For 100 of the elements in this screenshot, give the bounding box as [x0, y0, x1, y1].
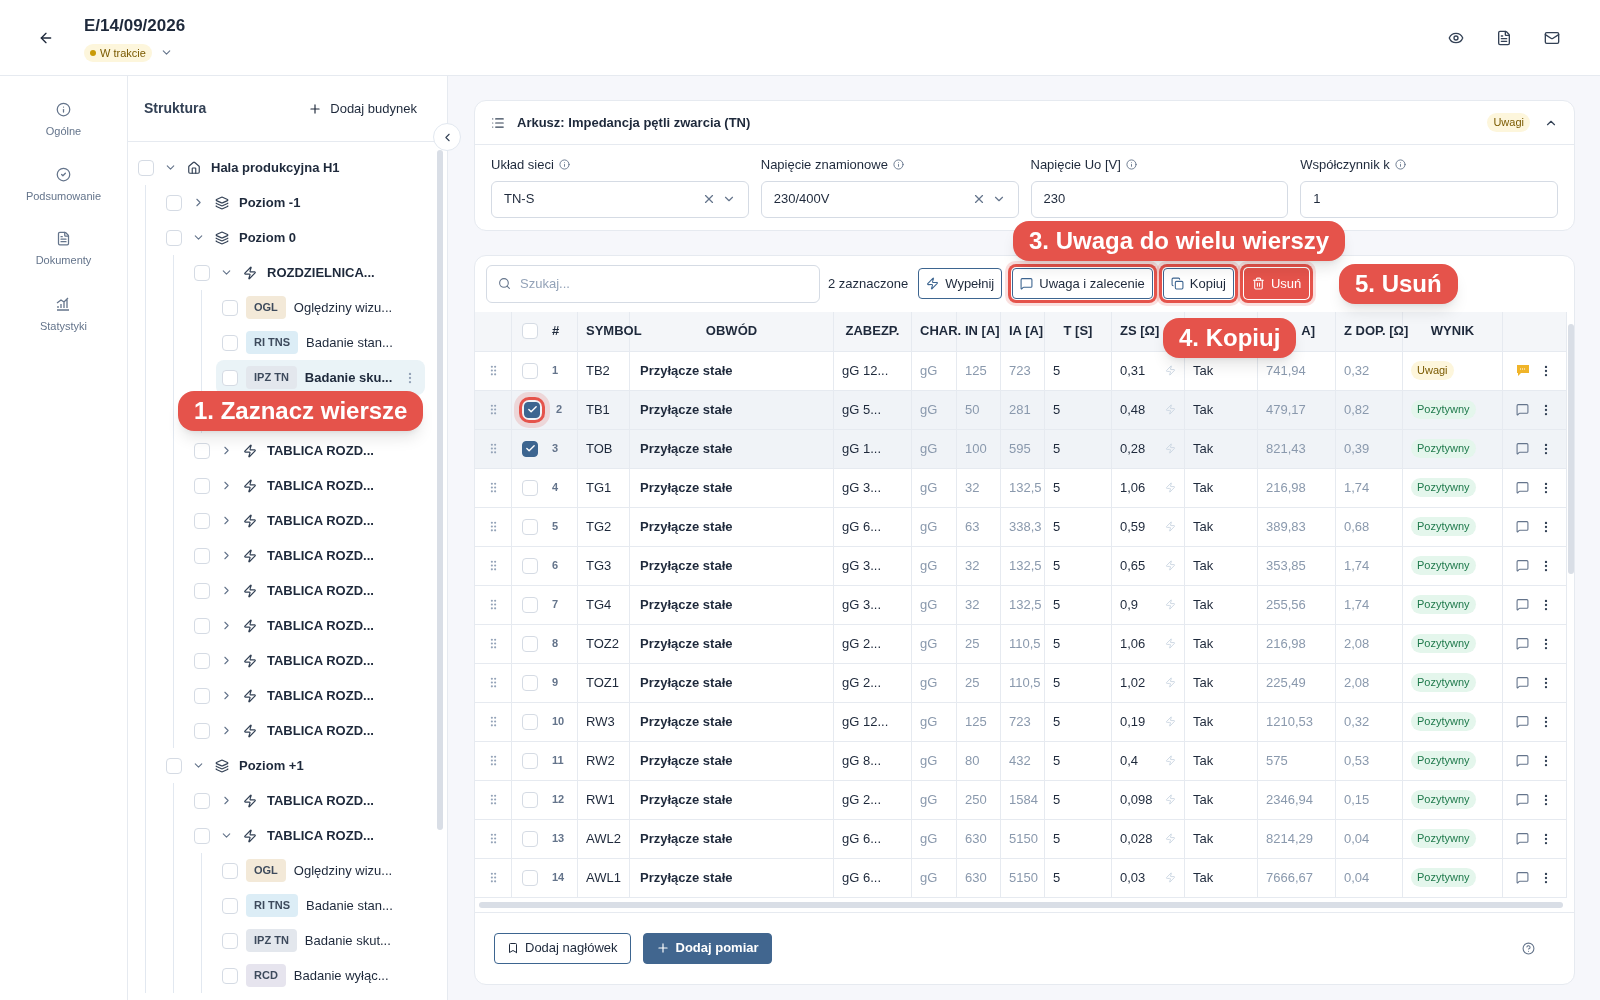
lightning-icon[interactable] [1165, 482, 1176, 493]
tree-item[interactable]: TABLICA ROZD... [184, 643, 433, 678]
lightning-icon[interactable] [1165, 443, 1176, 454]
table-row[interactable]: 13 AWL2 Przyłącze stałe gG 6... gG 630 5150 5 0,028 Tak 8214,29 0,04 Pozytywny [475, 819, 1567, 859]
select-field[interactable]: TN-S [491, 180, 749, 218]
tree-item[interactable]: TABLICA ROZD... [184, 468, 433, 503]
tree-item[interactable]: TABLICA ROZD... [184, 713, 433, 748]
tree-item[interactable]: TABLICA ROZD... [184, 678, 433, 713]
table-cell: Przyłącze stałe [630, 858, 834, 898]
comment-icon[interactable] [1516, 520, 1529, 533]
help-icon[interactable] [1522, 941, 1535, 955]
input-field[interactable]: 1 [1300, 180, 1558, 218]
table-row[interactable]: 12 RW1 Przyłącze stałe gG 2... gG 250 1584 5 0,098 Tak 2346,94 0,15 Pozytywny [475, 780, 1567, 820]
layers-icon [215, 230, 229, 245]
add-measurement-button[interactable]: Dodaj pomiar [642, 932, 772, 964]
table-row[interactable]: 5 TG2 Przyłącze stałe gG 6... gG 63 338,3 5 0,59 Tak 389,83 0,68 Pozytywny [475, 507, 1567, 547]
tree-item[interactable]: TABLICA ROZD... [184, 818, 433, 853]
comment-icon[interactable] [1516, 715, 1529, 728]
tree-item[interactable]: TABLICA ROZD... [184, 538, 433, 573]
table-cell: Tak [1185, 780, 1258, 820]
add-header-button[interactable]: Dodaj nagłówek [494, 932, 631, 964]
lightning-icon[interactable] [1165, 794, 1176, 805]
lightning-icon[interactable] [1165, 404, 1176, 415]
search-field[interactable]: Szukaj... [486, 264, 820, 303]
lightning-icon[interactable] [1165, 521, 1176, 532]
lightning-icon[interactable] [1165, 560, 1176, 571]
comment-icon[interactable] [1516, 754, 1529, 767]
table-cell: 5150 [1001, 819, 1045, 859]
lightning-icon [243, 618, 257, 633]
row-number: 9 [552, 675, 559, 691]
field-label: Napięcie znamionowe [760, 156, 888, 174]
collapse-panel-button[interactable] [433, 123, 461, 151]
lightning-icon[interactable] [1165, 677, 1176, 688]
nav-item[interactable]: Statystyki [39, 295, 88, 334]
table-row[interactable]: 3 TOB Przyłącze stałe gG 1... gG 100 595 5 0,28 Tak 821,43 0,39 Pozytywny [475, 429, 1567, 469]
comment-icon[interactable] [1516, 871, 1529, 884]
tree-item[interactable]: Poziom -1 [156, 185, 433, 220]
tree-item[interactable]: RCD Badanie wyłąc... [216, 958, 425, 993]
lightning-icon[interactable] [1165, 599, 1176, 610]
table-row[interactable]: 7 TG4 Przyłącze stałe gG 3... gG 32 132,5 5 0,9 Tak 255,56 1,74 Pozytywny [475, 585, 1567, 625]
comment-icon[interactable] [1516, 403, 1529, 416]
table-row[interactable]: 9 TOZ1 Przyłącze stałe gG 2... gG 25 110,5 5 1,02 Tak 225,49 2,08 Pozytywny [475, 663, 1567, 703]
scrollbar[interactable] [1567, 323, 1574, 574]
lightning-icon[interactable] [1165, 716, 1176, 727]
tree-item[interactable]: OGL Oględziny wizu... [216, 290, 425, 325]
table-cell: 630 [957, 819, 1001, 859]
lightning-icon[interactable] [1165, 755, 1176, 766]
comment-icon[interactable] [1516, 676, 1529, 689]
tree-item[interactable]: TABLICA ROZD... [184, 503, 433, 538]
table-row[interactable]: 6 TG3 Przyłącze stałe gG 3... gG 32 132,5 5 0,65 Tak 353,85 1,74 Pozytywny [475, 546, 1567, 586]
table-cell: 389,83 [1258, 507, 1336, 547]
comment-icon[interactable] [1516, 637, 1529, 650]
column-header: ZABEZP. [845, 322, 900, 341]
table-row[interactable]: 2 TB1 Przyłącze stałe gG 5... gG 50 281 5 0,48 Tak 479,17 0,82 Pozytywny [475, 390, 1567, 430]
lightning-icon[interactable] [1165, 872, 1176, 883]
tree-item[interactable]: OGL Oględziny wizu... [216, 853, 425, 888]
table-row[interactable]: 10 RW3 Przyłącze stałe gG 12... gG 125 723 5 0,19 Tak 1210,53 0,32 Pozytywny [475, 702, 1567, 742]
tree-item[interactable]: IPZ TN Badanie skut... [216, 923, 425, 958]
select-field[interactable]: 230/400V [760, 180, 1019, 218]
comment-icon[interactable] [1516, 442, 1529, 455]
comment-icon[interactable] [1516, 832, 1529, 845]
tree-item[interactable]: RI TNS Badanie stan... [216, 888, 425, 923]
tree-item[interactable]: TABLICA ROZD... [184, 608, 433, 643]
horizontal-scrollbar[interactable] [479, 901, 1563, 908]
row-number: 14 [552, 870, 565, 886]
fill-button[interactable]: Wypełnij [918, 268, 1003, 299]
table-cell: Przyłącze stałe [630, 780, 834, 820]
tree-item[interactable]: ROZDZIELNICA... [184, 255, 433, 290]
document-icon[interactable] [1496, 29, 1512, 46]
tree-item[interactable]: Hala produkcyjna H1 [128, 150, 433, 185]
scrollbar[interactable] [437, 150, 443, 830]
comment-icon[interactable] [1516, 559, 1529, 572]
tree-item[interactable]: RI TNS Badanie stan... [216, 325, 425, 360]
lightning-icon[interactable] [1165, 638, 1176, 649]
table-row[interactable]: 14 AWL1 Przyłącze stałe gG 6... gG 630 5150 5 0,03 Tak 7666,67 0,04 Pozytywny [475, 858, 1567, 898]
checkbox[interactable] [522, 440, 538, 457]
table-row[interactable]: 1 TB2 Przyłącze stałe gG 12... gG 125 723 5 0,31 Tak 741,94 0,32 Uwagi [475, 351, 1567, 391]
lightning-icon[interactable] [1165, 365, 1176, 376]
add-building-button[interactable]: Dodaj budynek [308, 98, 417, 119]
comment-icon[interactable] [1516, 793, 1529, 806]
table-row[interactable]: 4 TG1 Przyłącze stałe gG 3... gG 32 132,5 5 1,06 Tak 216,98 1,74 Pozytywny [475, 468, 1567, 508]
tree-item[interactable]: TABLICA ROZD... [184, 433, 433, 468]
lightning-icon[interactable] [1165, 833, 1176, 844]
tree-item[interactable]: TABLICA ROZD... [184, 573, 433, 608]
comment-icon[interactable] [1516, 481, 1529, 494]
table-row[interactable]: 11 RW2 Przyłącze stałe gG 8... gG 80 432 5 0,4 Tak 575 0,53 Pozytywny [475, 741, 1567, 781]
status-badge[interactable]: W trakcie [84, 43, 152, 62]
table-row[interactable]: 8 TOZ2 Przyłącze stałe gG 2... gG 25 110,5 5 1,06 Tak 216,98 2,08 Pozytywny [475, 624, 1567, 664]
nav-item[interactable]: Podsumowanie [25, 166, 102, 204]
tree-item[interactable]: Poziom 0 [156, 220, 433, 255]
nav-item[interactable]: Dokumenty [35, 231, 92, 269]
nav-item[interactable]: Ogólne [45, 102, 82, 140]
table-cell: 5 [1045, 546, 1112, 586]
input-field[interactable]: 230 [1030, 180, 1289, 218]
mail-icon[interactable] [1544, 29, 1560, 46]
tree-item-label: Badanie sku... [304, 368, 393, 387]
comment-icon[interactable] [1516, 598, 1529, 611]
tree-item[interactable]: Poziom +1 [156, 748, 433, 783]
tree-item[interactable]: TABLICA ROZD... [184, 783, 433, 818]
result-badge: Pozytywny [1411, 634, 1476, 653]
